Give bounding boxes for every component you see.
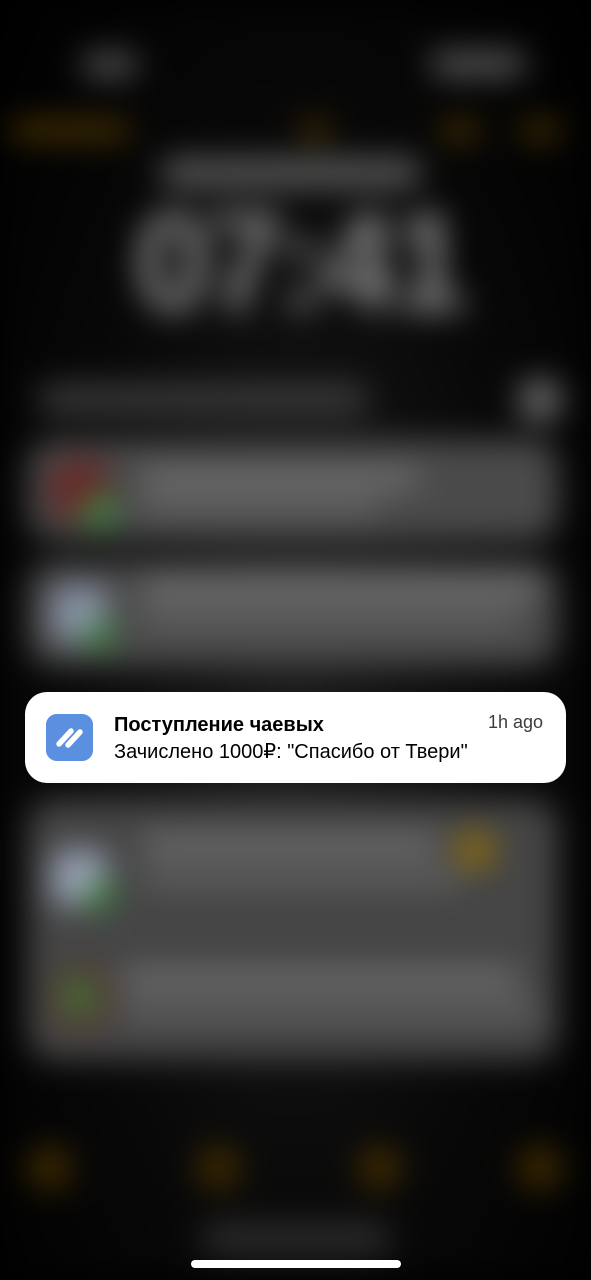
text-blurred: [120, 1002, 540, 1018]
notification-time: 1h ago: [487, 712, 543, 732]
bottom-bar-blurred: [200, 1222, 392, 1256]
text-blurred: [140, 580, 540, 596]
lock-clock: 07:41: [133, 183, 468, 340]
tips-app-icon: [46, 714, 93, 761]
widget-blurred: [300, 122, 330, 138]
camera-button-blurred: [518, 1146, 562, 1190]
flashlight-button-blurred: [28, 1146, 72, 1190]
widget-blurred: [520, 122, 560, 138]
double-slash-icon: [46, 714, 93, 761]
home-indicator[interactable]: [191, 1260, 401, 1268]
notification-body: Зачислено 1000₽: "Спасибо от Твери": [114, 741, 468, 763]
status-bar-time-blurred: [82, 54, 138, 76]
text-blurred: [140, 470, 420, 486]
blurred-background: 07:41: [0, 0, 591, 1280]
notification-center-button-blurred: [518, 378, 562, 422]
widget-blurred: [440, 122, 480, 138]
badge-icon-blurred: [62, 980, 96, 1014]
badge-icon-blurred: [82, 494, 116, 528]
control-blurred: [358, 1146, 402, 1190]
emoji-blurred: [455, 830, 495, 870]
text-blurred: [140, 870, 460, 886]
widget-blurred: [10, 122, 130, 138]
text-blurred: [140, 610, 520, 626]
badge-icon-blurred: [84, 620, 114, 650]
notification-title: Поступление чаевых: [114, 714, 324, 736]
status-bar-indicators-blurred: [430, 52, 526, 76]
text-blurred: [140, 836, 440, 852]
lock-screen: 07:41 Поступление чаевых 1h ago Зачислен…: [0, 0, 591, 1280]
text-blurred: [140, 498, 380, 514]
control-blurred: [196, 1146, 240, 1190]
badge-icon-blurred: [84, 880, 114, 910]
notification-card[interactable]: Поступление чаевых 1h ago Зачислено 1000…: [25, 692, 566, 783]
notification-center-header-blurred: [38, 384, 368, 414]
text-blurred: [120, 970, 520, 986]
